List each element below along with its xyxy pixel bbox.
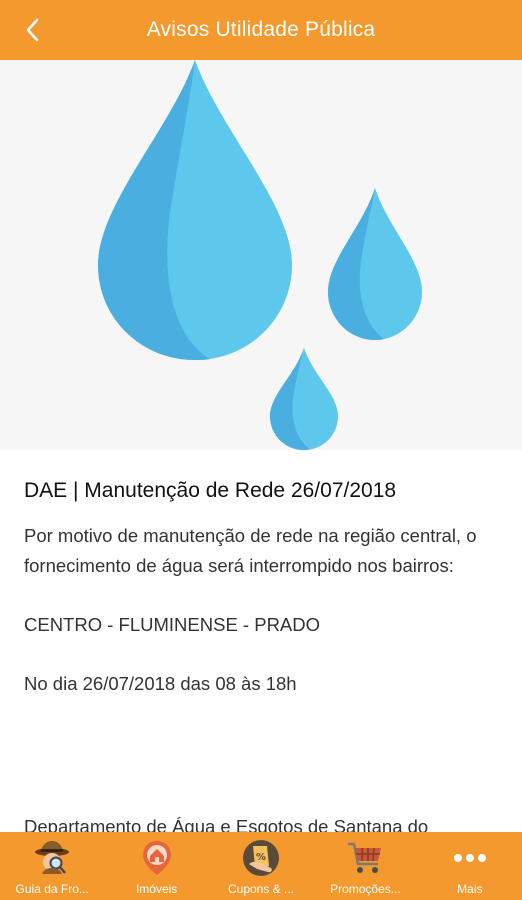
back-button[interactable] — [14, 10, 50, 50]
tab-label-mais: Mais — [457, 882, 483, 896]
more-dots-icon — [450, 838, 490, 878]
hero-image — [0, 60, 522, 450]
svg-text:%: % — [256, 852, 266, 863]
house-pin-icon — [137, 838, 177, 878]
tab-cupons[interactable]: % Cupons & ... — [209, 832, 313, 900]
tab-label-cupons: Cupons & ... — [227, 882, 295, 896]
coupon-hand-icon: % — [241, 838, 281, 878]
tab-mais[interactable]: Mais — [418, 832, 522, 900]
chevron-left-icon — [26, 18, 39, 42]
detective-icon — [32, 838, 72, 878]
tab-promocoes[interactable]: Promoções... — [313, 832, 417, 900]
shopping-cart-icon — [345, 838, 385, 878]
tab-label-guia: Guia da Fro... — [15, 882, 89, 896]
notice-content: DAE | Manutenção de Rede 26/07/2018 Por … — [24, 450, 504, 698]
app-header: Avisos Utilidade Pública — [0, 0, 522, 60]
tab-label-imoveis: Imóveis — [135, 882, 178, 896]
tab-guia[interactable]: Guia da Fro... — [0, 832, 104, 900]
bottom-tab-bar: Guia da Fro... Imóveis % Cupons & ... Pr… — [0, 832, 522, 900]
notice-title: DAE | Manutenção de Rede 26/07/2018 — [24, 479, 397, 502]
water-drops-icon — [98, 60, 422, 450]
page-title: Avisos Utilidade Pública — [146, 18, 376, 41]
tab-imoveis[interactable]: Imóveis — [104, 832, 208, 900]
notice-body: Por motivo de manutenção de rede na regi… — [24, 525, 477, 694]
tab-label-promocoes: Promoções... — [330, 882, 401, 896]
